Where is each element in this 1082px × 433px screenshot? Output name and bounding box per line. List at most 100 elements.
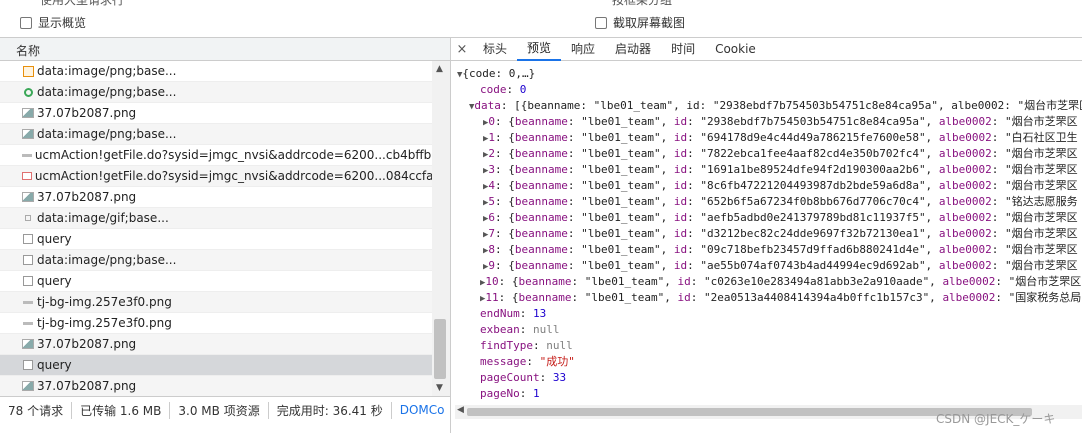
- request-row[interactable]: tj-bg-img.257e3f0.png: [0, 313, 432, 334]
- json-data-item[interactable]: ▶2: {beanname: "lbe01_team", id: "7822eb…: [483, 146, 1078, 162]
- request-name: 37.07b2087.png: [37, 106, 137, 120]
- line-icon: [20, 300, 36, 304]
- name-column-label: 名称: [16, 44, 41, 58]
- request-name: data:image/png;base...: [37, 253, 177, 267]
- json-data-item[interactable]: ▶8: {beanname: "lbe01_team", id: "09c718…: [483, 242, 1078, 258]
- tab-headers[interactable]: 标头: [473, 38, 517, 60]
- request-row[interactable]: data:image/gif;base...: [0, 208, 432, 229]
- scroll-thumb[interactable]: [434, 319, 446, 379]
- json-data-item[interactable]: ▶4: {beanname: "lbe01_team", id: "8c6fb4…: [483, 178, 1078, 194]
- request-name: tj-bg-img.257e3f0.png: [37, 316, 172, 330]
- image-icon: [20, 192, 36, 202]
- json-data[interactable]: ▼data: [{beanname: "lbe01_team", id: "29…: [469, 98, 1082, 114]
- name-column-header[interactable]: 名称: [0, 37, 450, 61]
- json-field[interactable]: findType: null: [480, 338, 573, 354]
- tab-timing[interactable]: 时间: [661, 38, 705, 60]
- document-icon: [20, 255, 36, 265]
- response-panel: × 标头 预览 响应 启动器 时间 Cookie ▼{code: 0,…} cod…: [451, 37, 1082, 433]
- watermark: CSDN @JECK_ケーキ: [936, 412, 1056, 426]
- scroll-left-icon[interactable]: ◀: [457, 405, 464, 415]
- request-list: data:image/png;base... data:image/png;bas…: [0, 61, 432, 396]
- request-count: 78 个请求: [0, 401, 73, 419]
- domcontentloaded-time: DOMCo: [399, 403, 445, 417]
- request-name: tj-bg-img.257e3f0.png: [37, 295, 172, 309]
- request-row[interactable]: query: [0, 355, 432, 376]
- close-icon[interactable]: ×: [451, 42, 473, 57]
- finish-time: 完成用时: 36.41 秒: [269, 401, 392, 419]
- json-preview: ▼{code: 0,…} code: 0 ▼data: [{beanname: "l…: [451, 61, 1082, 406]
- request-row[interactable]: data:image/png;base...: [0, 250, 432, 271]
- tab-initiator[interactable]: 启动器: [605, 38, 661, 60]
- request-row[interactable]: 37.07b2087.png: [0, 187, 432, 208]
- json-data-item[interactable]: ▶1: {beanname: "lbe01_team", id: "694178…: [483, 130, 1078, 146]
- show-overview-checkbox[interactable]: [20, 16, 32, 29]
- document-icon: [20, 234, 36, 244]
- json-field[interactable]: pageCount: 33: [480, 370, 566, 386]
- network-status-bar: 78 个请求 已传输 1.6 MB 3.0 MB 项资源 完成用时: 36.41…: [0, 396, 450, 423]
- image-icon: [20, 108, 36, 118]
- orange-square-icon: [20, 65, 36, 77]
- request-row[interactable]: 37.07b2087.png: [0, 334, 432, 355]
- response-tabs: × 标头 预览 响应 启动器 时间 Cookie: [451, 37, 1082, 61]
- json-data-item[interactable]: ▶3: {beanname: "lbe01_team", id: "1691a1…: [483, 162, 1078, 178]
- capture-screenshots-label: 截取屏幕截图: [613, 16, 686, 30]
- request-list-scrollbar[interactable]: ▲ ▼: [432, 61, 450, 396]
- json-field[interactable]: message: "成功": [480, 354, 575, 370]
- request-row[interactable]: query: [0, 229, 432, 250]
- image-icon: [20, 339, 36, 349]
- request-name: data:image/png;base...: [37, 127, 177, 141]
- tab-response[interactable]: 响应: [561, 38, 605, 60]
- document-icon: [20, 360, 36, 370]
- line-icon: [20, 153, 34, 157]
- request-name: ucmAction!getFile.do?sysid=jmgc_nvsi&add…: [34, 169, 432, 183]
- json-field[interactable]: pageNo: 1: [480, 386, 540, 402]
- json-data-item[interactable]: ▶0: {beanname: "lbe01_team", id: "2938eb…: [483, 114, 1078, 130]
- request-row[interactable]: tj-bg-img.257e3f0.png: [0, 292, 432, 313]
- request-name: 37.07b2087.png: [37, 190, 137, 204]
- top-options-strip: 使用大型请求行 按框架分组 显示概览 截取屏幕截图: [0, 0, 1082, 37]
- show-overview-option[interactable]: 显示概览: [20, 14, 86, 31]
- tab-preview[interactable]: 预览: [517, 37, 562, 61]
- json-data-item[interactable]: ▶11: {beanname: "lbe01_team", id: "2ea05…: [480, 290, 1081, 306]
- transferred-size: 已传输 1.6 MB: [72, 401, 171, 419]
- capture-screenshots-checkbox[interactable]: [595, 16, 607, 29]
- line-icon: [20, 321, 36, 325]
- request-name: data:image/gif;base...: [37, 211, 169, 225]
- request-row[interactable]: data:image/png;base...: [0, 124, 432, 145]
- request-row[interactable]: 37.07b2087.png: [0, 103, 432, 124]
- red-rect-icon: [20, 172, 34, 180]
- json-field[interactable]: endNum: 13: [480, 306, 546, 322]
- json-data-item[interactable]: ▶5: {beanname: "lbe01_team", id: "652b6f…: [483, 194, 1078, 210]
- request-row[interactable]: 37.07b2087.png: [0, 376, 432, 396]
- request-list-panel: 名称 data:image/png;base... data:image/png;…: [0, 37, 451, 433]
- request-row[interactable]: data:image/png;base...: [0, 61, 432, 82]
- request-name: data:image/png;base...: [37, 85, 177, 99]
- resource-size: 3.0 MB 项资源: [170, 401, 269, 419]
- image-icon: [20, 381, 36, 391]
- request-name: query: [37, 358, 72, 372]
- request-row[interactable]: ucmAction!getFile.do?sysid=jmgc_nvsi&add…: [0, 166, 432, 187]
- request-row[interactable]: query: [0, 271, 432, 292]
- request-row[interactable]: ucmAction!getFile.do?sysid=jmgc_nvsi&add…: [0, 145, 432, 166]
- json-data-item[interactable]: ▶7: {beanname: "lbe01_team", id: "d3212b…: [483, 226, 1078, 242]
- dot-icon: [20, 215, 36, 221]
- json-data-item[interactable]: ▶10: {beanname: "lbe01_team", id: "c0263…: [480, 274, 1081, 290]
- top-cut-option-right: 按框架分组: [612, 0, 673, 7]
- tab-cookies[interactable]: Cookie: [705, 38, 766, 60]
- request-name: data:image/png;base...: [37, 64, 177, 78]
- scroll-down-icon[interactable]: ▼: [436, 383, 443, 393]
- scroll-up-icon[interactable]: ▲: [436, 64, 443, 74]
- request-name: query: [37, 232, 72, 246]
- request-name: 37.07b2087.png: [37, 379, 137, 393]
- json-code[interactable]: code: 0: [480, 82, 526, 98]
- json-data-item[interactable]: ▶9: {beanname: "lbe01_team", id: "ae55b0…: [483, 258, 1078, 274]
- green-circle-icon: [20, 87, 36, 97]
- json-root[interactable]: ▼{code: 0,…}: [457, 66, 535, 82]
- capture-screenshots-option[interactable]: 截取屏幕截图: [595, 14, 685, 31]
- show-overview-label: 显示概览: [38, 16, 87, 30]
- image-icon: [20, 129, 36, 139]
- json-field[interactable]: exbean: null: [480, 322, 560, 338]
- document-icon: [20, 276, 36, 286]
- json-data-item[interactable]: ▶6: {beanname: "lbe01_team", id: "aefb5a…: [483, 210, 1078, 226]
- request-row[interactable]: data:image/png;base...: [0, 82, 432, 103]
